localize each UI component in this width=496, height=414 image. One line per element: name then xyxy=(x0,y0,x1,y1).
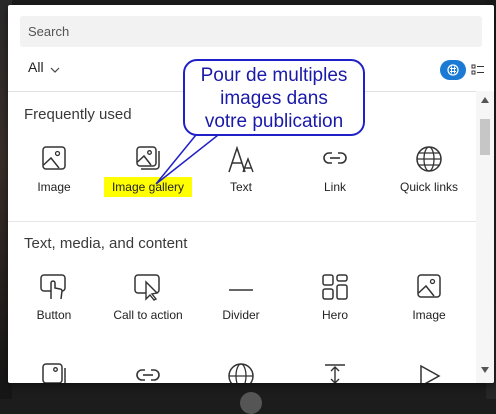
webpart-quick-links[interactable]: Quick links xyxy=(383,145,475,215)
callout-line-2: images dans xyxy=(220,88,328,109)
play-icon xyxy=(420,364,441,383)
webpart-image-2[interactable]: Image xyxy=(383,273,475,343)
drag-handle xyxy=(240,392,262,414)
webpart-partial-video[interactable] xyxy=(383,362,475,383)
webpart-label: Divider xyxy=(222,308,260,322)
scrollbar[interactable] xyxy=(476,91,494,383)
webpart-label: Link xyxy=(323,180,346,194)
call-to-action-icon xyxy=(134,274,160,301)
chevron-down-icon xyxy=(50,60,60,76)
search-input[interactable]: Search xyxy=(20,16,482,47)
hero-icon xyxy=(322,274,348,300)
webpart-image[interactable]: Image xyxy=(8,145,100,215)
webpart-partial-link[interactable] xyxy=(102,362,194,383)
webpart-label: Text xyxy=(229,180,252,194)
grid-view-icon xyxy=(447,64,459,76)
webpart-partial-spacer[interactable] xyxy=(289,362,381,383)
webpart-call-to-action[interactable]: Call to action xyxy=(102,273,194,343)
webpart-partial-image-gallery[interactable] xyxy=(8,362,100,383)
image-gallery-icon xyxy=(136,146,160,170)
webpart-label: Image xyxy=(37,180,71,194)
webpart-label: Call to action xyxy=(113,308,183,322)
section-divider xyxy=(8,221,476,222)
scroll-up-icon[interactable] xyxy=(481,97,489,103)
webpart-text[interactable]: Text xyxy=(195,145,287,215)
webpart-label: Image xyxy=(412,308,446,322)
button-icon xyxy=(40,274,66,300)
link-icon xyxy=(323,152,347,164)
spacer-icon xyxy=(325,364,345,383)
scroll-down-icon[interactable] xyxy=(481,367,489,373)
image-icon xyxy=(42,146,66,170)
webpart-button[interactable]: Button xyxy=(8,273,100,343)
callout-line-1: Pour de multiples xyxy=(200,65,348,86)
section-title-text-media-content: Text, media, and content xyxy=(24,235,188,252)
image-gallery-icon xyxy=(42,363,66,383)
image-icon xyxy=(417,274,441,298)
callout-line-3: votre publication xyxy=(204,111,344,132)
webpart-label-highlighted: Image gallery xyxy=(103,177,193,197)
link-icon xyxy=(136,369,160,381)
scrollbar-thumb[interactable] xyxy=(480,119,490,155)
grid-view-toggle[interactable] xyxy=(440,60,466,80)
globe-icon xyxy=(228,363,254,383)
section-title-frequently-used: Frequently used xyxy=(24,106,132,123)
filter-label: All xyxy=(28,59,44,75)
webpart-divider[interactable]: Divider xyxy=(195,273,287,343)
annotation-callout: Pour de multiples images dans votre publ… xyxy=(183,59,365,136)
globe-icon xyxy=(416,146,442,172)
search-placeholder: Search xyxy=(28,24,70,39)
divider-icon xyxy=(229,289,253,291)
list-view-toggle[interactable] xyxy=(471,63,485,77)
webpart-label: Quick links xyxy=(399,180,458,194)
filter-dropdown[interactable]: All xyxy=(28,59,60,76)
webpart-image-gallery[interactable]: Image gallery xyxy=(102,145,194,215)
webpart-link[interactable]: Link xyxy=(289,145,381,215)
webpart-label: Hero xyxy=(321,308,348,322)
webpart-partial-globe[interactable] xyxy=(195,362,287,383)
webpart-hero[interactable]: Hero xyxy=(289,273,381,343)
list-view-icon xyxy=(471,64,484,75)
webpart-label: Button xyxy=(36,308,72,322)
text-icon xyxy=(228,145,254,173)
